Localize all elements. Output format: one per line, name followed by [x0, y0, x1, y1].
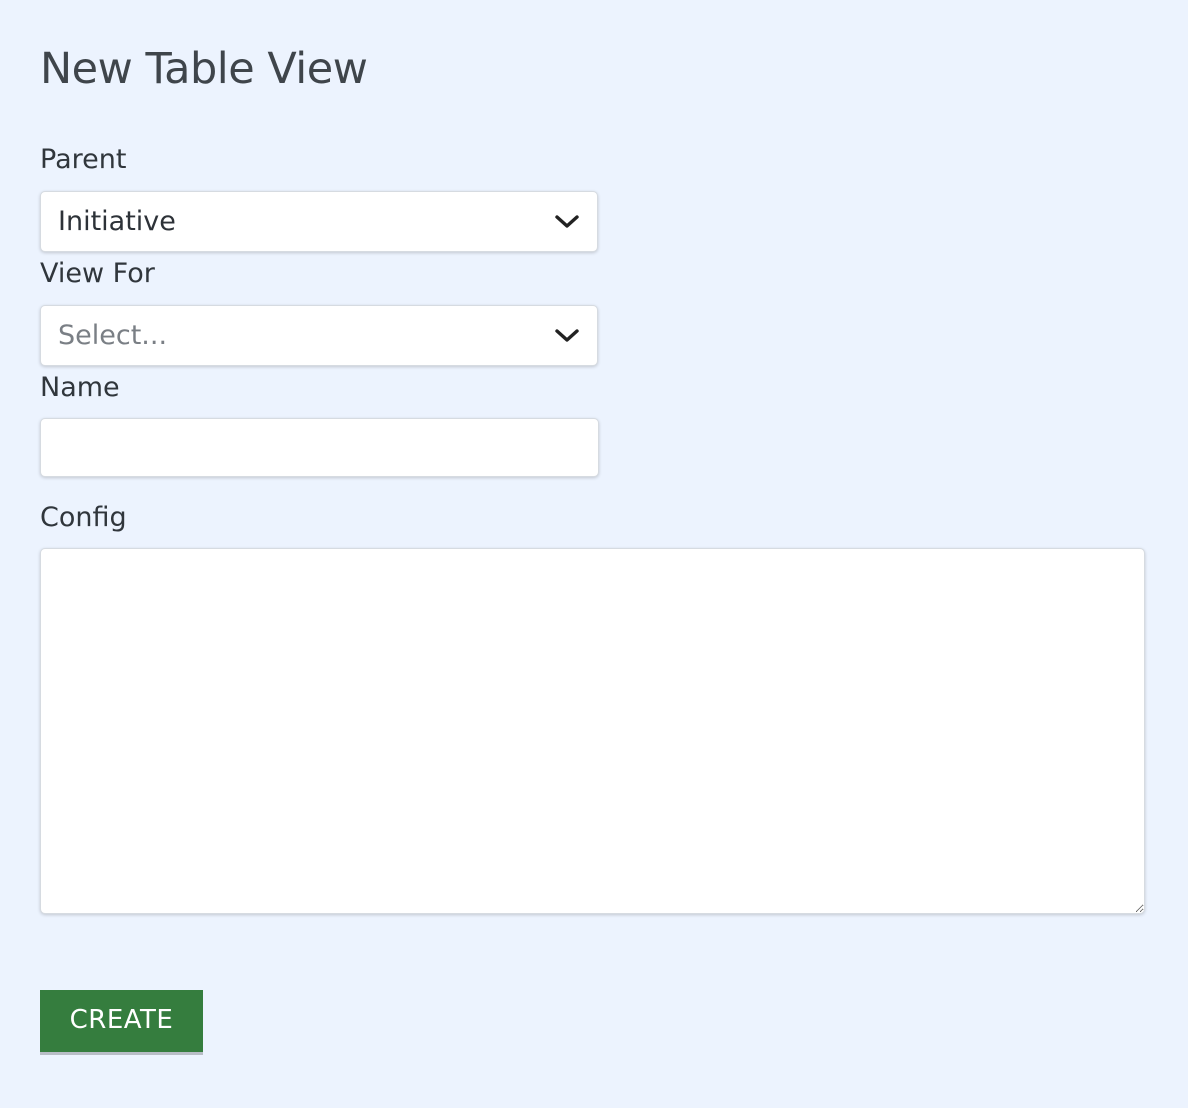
config-textarea[interactable]: [40, 548, 1145, 914]
chevron-down-icon: [555, 329, 579, 342]
name-input[interactable]: [40, 418, 599, 477]
parent-label: Parent: [40, 144, 127, 175]
parent-selected-value: Initiative: [58, 206, 176, 237]
view-for-select[interactable]: Select...: [40, 305, 598, 366]
config-label: Config: [40, 502, 127, 533]
parent-select[interactable]: Initiative: [40, 191, 598, 252]
chevron-down-icon: [555, 215, 579, 228]
name-label: Name: [40, 372, 120, 403]
view-for-placeholder: Select...: [58, 320, 168, 351]
create-button[interactable]: CREATE: [40, 990, 203, 1052]
page-title: New Table View: [40, 44, 368, 94]
view-for-label: View For: [40, 258, 155, 289]
